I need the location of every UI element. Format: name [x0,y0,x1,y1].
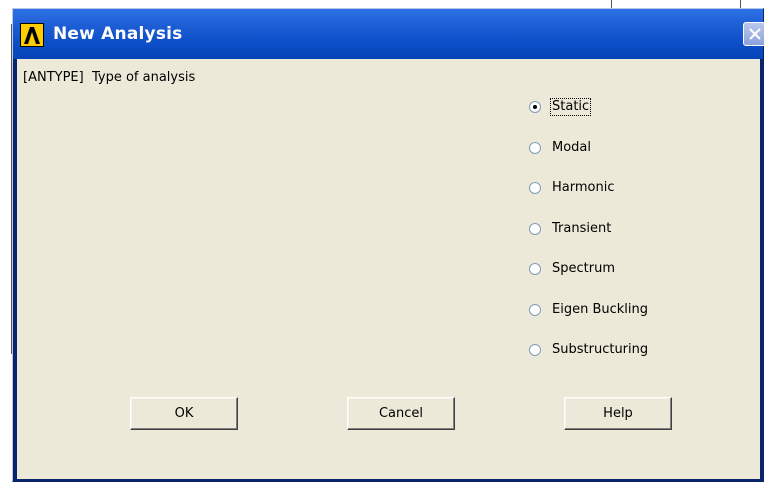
radio-label-eigen-buckling: Eigen Buckling [552,302,648,317]
background-line [611,0,612,8]
antype-label: [ANTYPE] Type of analysis [23,70,196,85]
radio-label-substructuring: Substructuring [552,342,649,357]
radio-static[interactable]: Static [529,97,592,117]
title-bar[interactable]: New Analysis [13,9,764,59]
radio-button-checked[interactable] [529,101,541,113]
radio-button[interactable] [529,182,541,194]
background-line [740,0,741,8]
close-button[interactable] [743,22,764,46]
radio-label-transient: Transient [552,221,612,236]
radio-substructuring[interactable]: Substructuring [529,340,649,360]
radio-button[interactable] [529,142,541,154]
new-analysis-dialog: New Analysis [ANTYPE] Type of analysis S… [12,8,764,482]
ansys-logo-icon [20,23,44,47]
radio-modal[interactable]: Modal [529,138,592,158]
radio-label-spectrum: Spectrum [552,261,615,276]
window-title: New Analysis [53,24,183,44]
radio-spectrum[interactable]: Spectrum [529,259,616,279]
ok-button[interactable]: OK [130,397,238,430]
radio-button[interactable] [529,223,541,235]
radio-eigen-buckling[interactable]: Eigen Buckling [529,300,649,320]
cancel-button[interactable]: Cancel [347,397,455,430]
close-icon [749,28,761,40]
radio-button[interactable] [529,344,541,356]
radio-button[interactable] [529,263,541,275]
radio-button[interactable] [529,304,541,316]
dialog-body: [ANTYPE] Type of analysis Static Modal H… [17,59,760,479]
help-button[interactable]: Help [564,397,672,430]
radio-harmonic[interactable]: Harmonic [529,178,615,198]
radio-label-modal: Modal [552,140,591,155]
radio-label-harmonic: Harmonic [552,180,615,195]
radio-label-static: Static [549,98,592,116]
radio-transient[interactable]: Transient [529,219,612,239]
